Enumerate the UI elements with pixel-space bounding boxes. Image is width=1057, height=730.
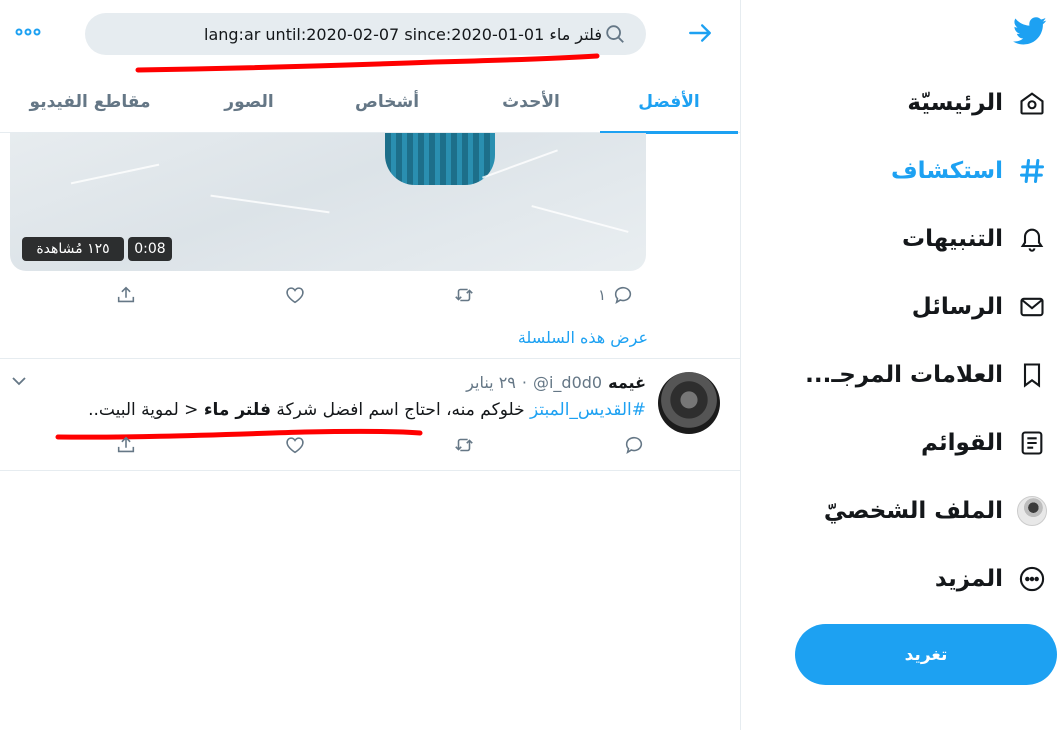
nav-label-explore: استكشاف: [890, 158, 1003, 184]
tweet-date[interactable]: ٢٩ يناير: [466, 373, 516, 392]
share-button[interactable]: [115, 284, 137, 306]
share-button[interactable]: [115, 434, 137, 456]
nav-label-more: المزيد: [934, 566, 1003, 592]
tweet1-actions: ١: [0, 284, 740, 314]
nav-label-messages: الرسائل: [911, 294, 1003, 320]
hashtag-link[interactable]: #القديس_المبتز: [530, 400, 646, 420]
main-column: lang:ar until:2020-02-07 since:2020-01-0…: [0, 0, 740, 730]
reply-icon: [625, 436, 643, 455]
back-arrow-icon[interactable]: [686, 20, 714, 46]
retweet-icon: [455, 288, 473, 302]
avatar: [1017, 496, 1047, 526]
list-icon: [1017, 428, 1047, 458]
video-player[interactable]: ١٢٥ مُشاهدة 0:08: [10, 133, 646, 271]
search-box[interactable]: lang:ar until:2020-02-07 since:2020-01-0…: [85, 13, 646, 55]
tweet-text-highlight: فلتر ماء: [203, 400, 271, 420]
search-icon: [606, 25, 624, 43]
reply-icon: [614, 286, 632, 305]
sidebar-nav: الرئيسيّة استكشاف التنبيهات الرسائل العل…: [740, 0, 1057, 730]
divider: [0, 358, 740, 359]
tweet2-header: غيمه @i_d0d0 · ٢٩ يناير: [466, 373, 646, 392]
like-button[interactable]: [284, 284, 306, 306]
tweet2-text: #القديس_المبتز خلوكم منه، احتاج اسم افضل…: [26, 400, 646, 420]
hashtag-icon: [1017, 156, 1047, 186]
video-view-count: ١٢٥ مُشاهدة: [22, 237, 124, 261]
tweet-button[interactable]: تغريد: [795, 624, 1057, 685]
reply-button[interactable]: ١: [598, 284, 634, 306]
share-icon: [117, 436, 135, 453]
retweet-button[interactable]: [453, 434, 475, 456]
nav-label-home: الرئيسيّة: [907, 90, 1003, 116]
nav-label-notifications: التنبيهات: [901, 226, 1003, 252]
nav-item-more[interactable]: المزيد: [935, 551, 1047, 607]
retweet-icon: [455, 438, 473, 452]
search-header: lang:ar until:2020-02-07 since:2020-01-0…: [0, 0, 740, 73]
avatar[interactable]: [658, 372, 720, 434]
search-tabs: الأفضل الأحدث أشخاص الصور مقاطع الفيديو: [0, 70, 740, 134]
divider: [0, 470, 740, 471]
bookmark-icon: [1017, 360, 1047, 390]
envelope-icon: [1017, 292, 1047, 322]
author-handle[interactable]: @i_d0d0: [533, 373, 602, 392]
nav-label-bookmarks: العلامات المرجـ...: [805, 362, 1003, 388]
chevron-down-icon[interactable]: [10, 374, 28, 388]
tweet-text-part: < لموية البيت..: [88, 400, 204, 420]
nav-item-lists[interactable]: القوائم: [921, 415, 1047, 471]
separator-dot: ·: [521, 373, 527, 392]
tweet-text-part: خلوكم منه، احتاج اسم افضل شركة: [270, 400, 531, 420]
nav-label-profile: الملف الشخصيّ: [823, 498, 1003, 524]
video-duration: 0:08: [128, 237, 172, 261]
author-name[interactable]: غيمه: [608, 373, 646, 392]
search-query[interactable]: lang:ar until:2020-02-07 since:2020-01-0…: [204, 25, 602, 44]
tab-videos[interactable]: مقاطع الفيديو: [10, 70, 170, 133]
tab-latest[interactable]: الأحدث: [462, 70, 600, 133]
nav-item-bookmarks[interactable]: العلامات المرجـ...: [805, 347, 1047, 403]
more-circle-icon: [1017, 564, 1047, 594]
tab-photos[interactable]: الصور: [180, 70, 318, 133]
reply-button[interactable]: [623, 434, 645, 456]
show-thread-link[interactable]: عرض هذه السلسلة: [488, 328, 648, 347]
heart-icon: [286, 287, 304, 304]
tweet2-actions: [0, 434, 740, 464]
nav-item-messages[interactable]: الرسائل: [912, 279, 1047, 335]
nav-item-notifications[interactable]: التنبيهات: [902, 211, 1047, 267]
more-options-icon[interactable]: [14, 22, 42, 42]
twitter-logo-icon[interactable]: [1011, 14, 1049, 48]
video-thumbnail: [385, 133, 495, 185]
home-icon: [1017, 88, 1047, 118]
nav-item-profile[interactable]: الملف الشخصيّ: [824, 483, 1047, 539]
reply-count: ١: [598, 286, 607, 304]
bell-icon: [1017, 224, 1047, 254]
tab-people[interactable]: أشخاص: [318, 70, 456, 133]
tab-top[interactable]: الأفضل: [600, 70, 738, 134]
share-icon: [117, 286, 135, 303]
heart-icon: [286, 437, 304, 454]
retweet-button[interactable]: [453, 284, 475, 306]
nav-item-explore[interactable]: استكشاف: [891, 143, 1047, 199]
like-button[interactable]: [284, 434, 306, 456]
nav-item-home[interactable]: الرئيسيّة: [907, 75, 1047, 131]
nav-label-lists: القوائم: [920, 430, 1003, 456]
